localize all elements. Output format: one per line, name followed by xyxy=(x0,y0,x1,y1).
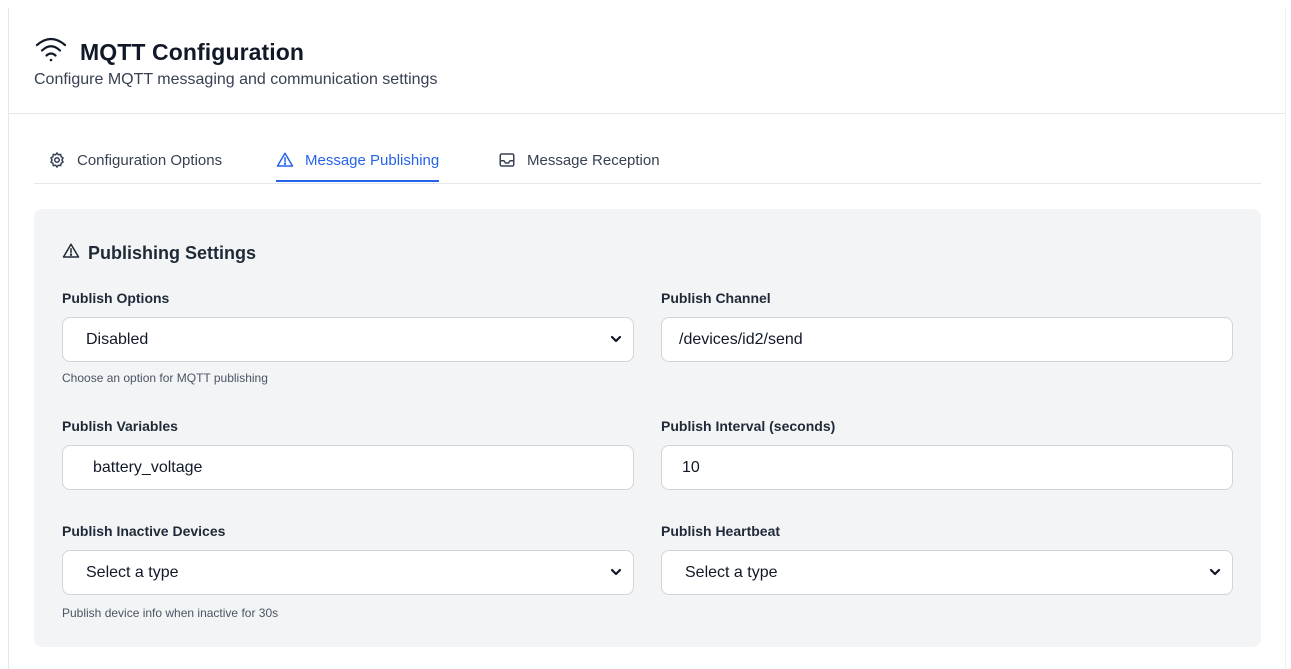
tab-message-publishing[interactable]: Message Publishing xyxy=(276,144,440,182)
tab-message-reception[interactable]: Message Reception xyxy=(498,144,660,182)
publish-inactive-value: Select a type xyxy=(86,563,179,581)
publish-inactive-label: Publish Inactive Devices xyxy=(62,523,226,539)
page-subtitle: Configure MQTT messaging and communicati… xyxy=(34,71,438,88)
chevron-down-icon xyxy=(1209,568,1221,576)
publish-inactive-select[interactable]: Select a type xyxy=(62,550,634,595)
publish-heartbeat-value: Select a type xyxy=(685,563,778,581)
publish-heartbeat-select[interactable]: Select a type xyxy=(661,550,1233,595)
gear-icon xyxy=(48,144,77,173)
publish-channel-value: /devices/id2/send xyxy=(679,330,803,348)
publish-options-hint: Choose an option for MQTT publishing xyxy=(62,371,268,385)
wifi-icon xyxy=(34,35,68,70)
publish-interval-input[interactable]: 10 xyxy=(661,445,1233,490)
publish-options-select[interactable]: Disabled xyxy=(62,317,634,362)
publish-variables-value: battery_voltage xyxy=(93,458,203,476)
title-row: MQTT Configuration xyxy=(34,35,304,70)
tab-label: Message Publishing xyxy=(305,152,440,169)
warning-triangle-icon xyxy=(62,242,88,265)
chevron-down-icon xyxy=(610,335,622,343)
tab-label: Configuration Options xyxy=(77,152,223,169)
page-title: MQTT Configuration xyxy=(80,39,305,65)
chevron-down-icon xyxy=(610,568,622,576)
panel-title: Publishing Settings xyxy=(62,242,256,265)
publish-interval-label: Publish Interval (seconds) xyxy=(661,418,836,434)
publish-options-label: Publish Options xyxy=(62,290,170,306)
publish-heartbeat-label: Publish Heartbeat xyxy=(661,523,781,539)
tab-configuration-options[interactable]: Configuration Options xyxy=(48,144,222,182)
publish-inactive-hint: Publish device info when inactive for 30… xyxy=(62,606,279,620)
publish-channel-label: Publish Channel xyxy=(661,290,771,306)
publish-channel-input[interactable]: /devices/id2/send xyxy=(661,317,1233,362)
publish-variables-label: Publish Variables xyxy=(62,418,178,434)
warning-triangle-icon xyxy=(276,144,305,173)
publish-interval-value: 10 xyxy=(682,458,700,476)
tab-label: Message Reception xyxy=(527,152,660,169)
mqtt-config-card: MQTT Configuration Configure MQTT messag… xyxy=(8,8,1286,669)
panel-title-text: Publishing Settings xyxy=(88,243,257,263)
tab-bar: Configuration Options Message Publishing… xyxy=(34,144,1261,184)
publish-options-value: Disabled xyxy=(86,330,149,348)
publishing-settings-panel: Publishing Settings Publish Options Disa… xyxy=(34,209,1261,647)
page-header: MQTT Configuration Configure MQTT messag… xyxy=(9,8,1285,114)
publish-variables-input[interactable]: battery_voltage xyxy=(62,445,634,490)
inbox-icon xyxy=(498,144,527,173)
